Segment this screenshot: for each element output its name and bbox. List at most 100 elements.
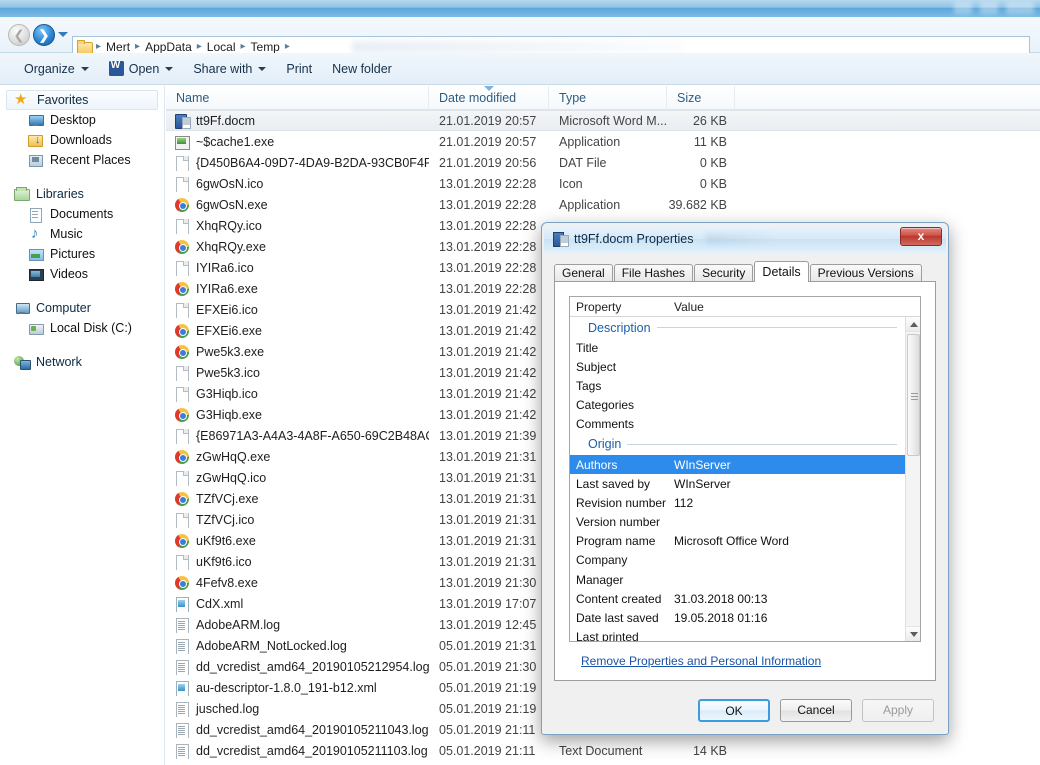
word-document-icon (174, 113, 191, 129)
property-row[interactable]: Program name Microsoft Office Word (570, 532, 905, 551)
property-label: Tags (576, 378, 602, 393)
tab-general[interactable]: General (554, 264, 613, 282)
blank-file-icon (174, 365, 190, 381)
table-row[interactable]: dd_vcredist_amd64_20190105211103.log 05.0… (166, 740, 1040, 761)
file-size-cell: 0 KB (699, 176, 727, 191)
sidebar-item-videos[interactable]: Videos (0, 264, 164, 284)
file-name-cell: dd_vcredist_amd64_20190105212954.log (166, 659, 429, 675)
recent-pages-dropdown-icon[interactable] (58, 32, 68, 37)
share-with-button[interactable]: Share with (183, 57, 276, 81)
property-row[interactable]: Manager (570, 570, 905, 589)
scrollbar-thumb[interactable] (907, 334, 920, 456)
apply-button[interactable]: Apply (862, 699, 934, 722)
tab-details[interactable]: Details (754, 261, 809, 282)
table-row[interactable]: {D450B6A4-09D7-4DA9-B2DA-93CB0F4F... 21.0… (166, 152, 1040, 173)
file-date-cell: 13.01.2019 21:39 (439, 428, 537, 443)
back-button[interactable]: ❮ (8, 24, 30, 46)
breadcrumb-item-appdata[interactable]: AppData (142, 40, 195, 54)
property-group-label: Description (588, 320, 651, 335)
dialog-buttons: OK Cancel Apply (698, 699, 934, 722)
property-value[interactable]: WInServer (670, 458, 731, 472)
column-header-name[interactable]: Name (166, 86, 429, 110)
sidebar-item-computer[interactable]: Computer (0, 298, 164, 318)
sidebar-item-desktop[interactable]: Desktop (0, 110, 164, 130)
property-value[interactable]: Microsoft Office Word (670, 534, 789, 548)
file-date-cell: 05.01.2019 21:31 (439, 638, 537, 653)
sidebar-label-local-disk: Local Disk (C:) (50, 321, 132, 335)
file-name-label: zGwHqQ.exe (196, 449, 271, 464)
chrome-icon (174, 323, 190, 339)
sidebar-item-network[interactable]: Network (0, 352, 164, 372)
file-name-cell: G3Hiqb.exe (166, 407, 429, 423)
property-row[interactable]: Comments (570, 415, 905, 434)
forward-button[interactable]: ❯ (33, 24, 55, 46)
file-date-cell: 13.01.2019 22:28 (439, 197, 537, 212)
scroll-up-icon[interactable] (906, 317, 920, 332)
property-row[interactable]: Categories (570, 396, 905, 415)
column-header-date-modified[interactable]: Date modified (429, 86, 549, 110)
dialog-titlebar[interactable]: tt9Ff.docm Properties x (544, 225, 946, 253)
organize-button[interactable]: Organize (14, 57, 99, 81)
property-row[interactable]: Authors WInServer (570, 454, 905, 475)
ok-button[interactable]: OK (698, 699, 770, 722)
open-button[interactable]: Open (99, 57, 184, 81)
breadcrumb-item-local[interactable]: Local (204, 40, 239, 54)
file-name-label: IYIRa6.ico (196, 260, 254, 275)
breadcrumb-item-temp[interactable]: Temp (248, 40, 283, 54)
new-folder-button[interactable]: New folder (322, 57, 402, 81)
scroll-down-icon[interactable] (906, 626, 920, 641)
tab-file-hashes[interactable]: File Hashes (613, 264, 694, 282)
table-row[interactable]: 6gwOsN.ico 13.01.2019 22:28 Icon 0 KB (166, 173, 1040, 194)
remove-properties-link[interactable]: Remove Properties and Personal Informati… (581, 654, 821, 668)
chrome-icon (174, 533, 190, 549)
tab-security[interactable]: Security (694, 264, 754, 282)
tab-previous-versions[interactable]: Previous Versions (809, 264, 922, 282)
sidebar-item-downloads[interactable]: Downloads (0, 130, 164, 150)
property-list-scrollbar[interactable] (905, 317, 920, 641)
column-header-size[interactable]: Size (667, 86, 735, 110)
search-box-obscured[interactable] (351, 40, 682, 53)
property-label: Comments (576, 417, 635, 432)
cancel-button[interactable]: Cancel (780, 699, 852, 722)
property-row[interactable]: Subject (570, 357, 905, 376)
file-date-cell: 13.01.2019 21:30 (439, 575, 537, 590)
sidebar-item-pictures[interactable]: Pictures (0, 244, 164, 264)
sidebar-item-recent-places[interactable]: Recent Places (0, 150, 164, 170)
chrome-icon (174, 239, 190, 255)
breadcrumb-item-mert[interactable]: Mert (103, 40, 133, 54)
print-button[interactable]: Print (276, 57, 322, 81)
property-value[interactable]: 19.05.2018 01:16 (670, 611, 767, 625)
column-header-type[interactable]: Type (549, 86, 667, 110)
sidebar-item-documents[interactable]: Documents (0, 204, 164, 224)
close-icon[interactable]: x (900, 227, 942, 246)
property-row[interactable]: Content created 31.03.2018 00:13 (570, 589, 905, 608)
sidebar-item-music[interactable]: Music (0, 224, 164, 244)
table-row[interactable]: 6gwOsN.exe 13.01.2019 22:28 Application 39.… (166, 194, 1040, 215)
property-row[interactable]: Tags (570, 376, 905, 395)
property-row[interactable]: Version number (570, 513, 905, 532)
property-row[interactable]: Last printed (570, 628, 905, 641)
sidebar-item-favorites[interactable]: Favorites (6, 90, 158, 110)
file-name-cell: dd_vcredist_amd64_20190105211103.log (166, 743, 429, 759)
property-row[interactable]: Company (570, 551, 905, 570)
table-row[interactable]: tt9Ff.docm 21.01.2019 20:57 Microsoft Word… (166, 110, 1040, 131)
file-name-label: AdobeARM_NotLocked.log (196, 638, 347, 653)
property-value[interactable]: 112 (670, 496, 693, 510)
table-row[interactable]: ~$cache1.exe 21.01.2019 20:57 Application 1… (166, 131, 1040, 152)
property-value[interactable]: 31.03.2018 00:13 (670, 592, 767, 606)
property-row[interactable]: Revision number 112 (570, 493, 905, 512)
property-row[interactable]: Last saved by WInServer (570, 474, 905, 493)
music-icon (28, 225, 44, 242)
file-date-cell: 21.01.2019 20:56 (439, 155, 537, 170)
property-row[interactable]: Date last saved 19.05.2018 01:16 (570, 608, 905, 627)
property-row[interactable]: Title (570, 338, 905, 357)
window-control-buttons[interactable] (954, 2, 1034, 14)
property-label: Version number (576, 515, 661, 530)
sidebar-item-libraries[interactable]: Libraries (0, 184, 164, 204)
file-date-cell: 13.01.2019 21:42 (439, 407, 537, 422)
property-value[interactable]: WInServer (670, 477, 731, 491)
file-name-label: ~$cache1.exe (196, 134, 275, 149)
sidebar-item-local-disk[interactable]: Local Disk (C:) (0, 318, 164, 338)
file-date-cell: 13.01.2019 21:31 (439, 449, 537, 464)
